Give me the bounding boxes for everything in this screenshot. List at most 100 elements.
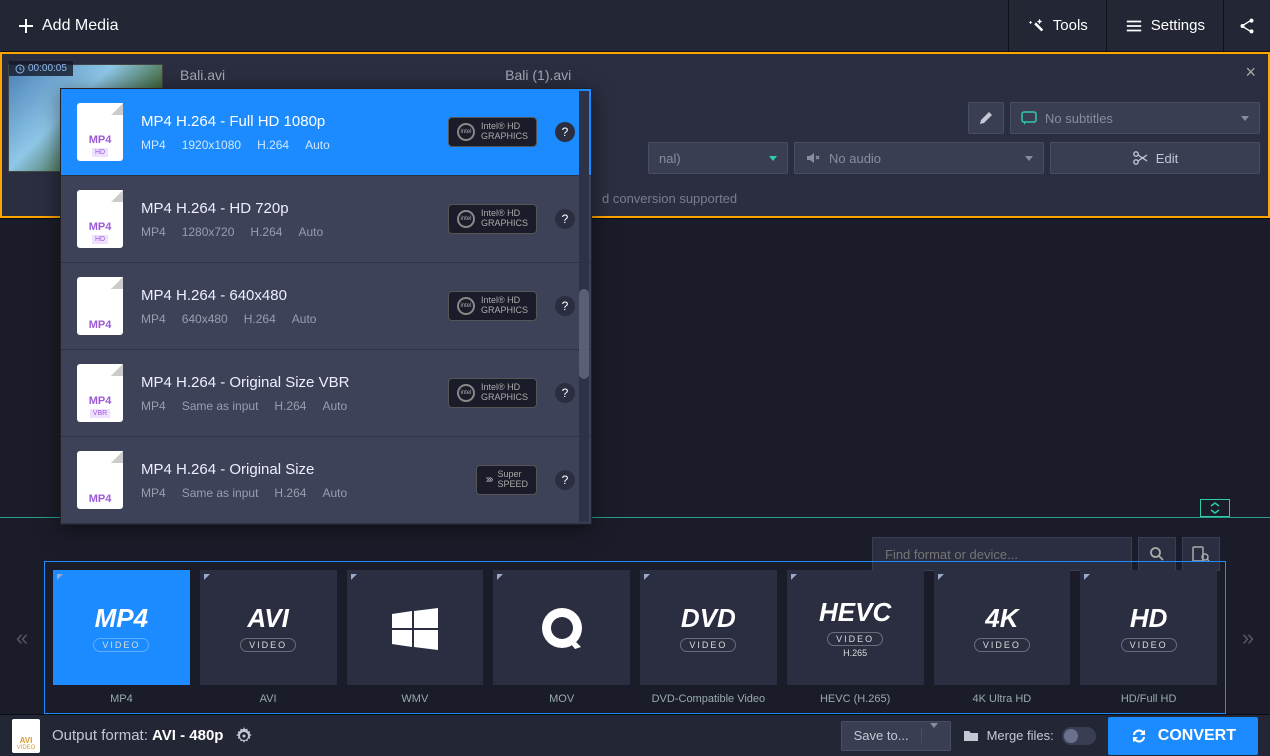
speaker-muted-icon [805,151,821,165]
plus-icon [18,18,34,34]
format-label: 4K Ultra HD [973,693,1032,705]
corner-indicator [204,574,210,580]
share-button[interactable] [1223,0,1270,51]
format-tile-col: MP4 VIDEO MP4 [53,570,190,705]
chevron-up-down-icon [1208,501,1222,515]
tools-label: Tools [1053,17,1088,34]
prev-arrow[interactable]: « [10,625,34,651]
intel-badge: intelIntel® HDGRAPHICS [448,204,537,234]
settings-button[interactable]: Settings [1106,0,1223,51]
format-label: AVI [260,693,277,705]
chevron-down-icon [1241,116,1249,121]
share-icon [1238,17,1256,35]
preset-item[interactable]: MP4 MP4 H.264 - 640x480 MP4640x480H.264A… [61,263,591,350]
menu-icon [1125,17,1143,35]
format-tile[interactable]: DVD VIDEO [640,570,777,685]
conversion-info: d conversion supported [602,191,737,206]
merge-files-control: Merge files: [963,727,1096,745]
format-tile-col: MOV [493,570,630,705]
edit-button[interactable]: Edit [1050,142,1260,174]
target-filename: Bali (1).avi [505,67,571,83]
add-media-label: Add Media [42,17,119,35]
add-media-button[interactable]: Add Media [0,0,137,51]
preset-item[interactable]: MP4 VBR MP4 H.264 - Original Size VBR MP… [61,350,591,437]
pencil-icon [978,110,994,126]
format-section: « MP4 VIDEO MP4 AVI VIDEO AVI WMV [0,561,1270,714]
intel-badge: intelIntel® HDGRAPHICS [448,117,537,147]
chevron-down-icon [1025,156,1033,161]
format-tile[interactable]: MP4 VIDEO [53,570,190,685]
magic-wand-icon [1027,17,1045,35]
convert-button[interactable]: CONVERT [1108,717,1258,755]
format-tile-col: HEVC VIDEO H.265 HEVC (H.265) [787,570,924,705]
eyedropper-button[interactable] [968,102,1004,134]
chevron-down-icon [769,156,777,161]
format-tile[interactable]: HEVC VIDEO H.265 [787,570,924,685]
preset-dropdown: MP4 HD MP4 H.264 - Full HD 1080p MP41920… [60,88,592,525]
settings-label: Settings [1151,17,1205,34]
preset-item[interactable]: MP4 HD MP4 H.264 - HD 720p MP41280x720H.… [61,176,591,263]
next-arrow[interactable]: » [1236,625,1260,651]
preset-details: MP4Same as inputH.264Auto [141,399,430,413]
intel-badge: intelIntel® HDGRAPHICS [448,378,537,408]
corner-indicator [1084,574,1090,580]
corner-indicator [791,574,797,580]
format-tile-col: AVI VIDEO AVI [200,570,337,705]
format-tile[interactable]: HD VIDEO [1080,570,1217,685]
preset-item[interactable]: MP4 MP4 H.264 - Original Size MP4Same as… [61,437,591,524]
help-icon[interactable]: ? [555,209,575,229]
folder-icon [963,729,979,743]
help-icon[interactable]: ? [555,383,575,403]
chevron-down-icon [930,723,938,743]
close-icon[interactable]: × [1245,62,1256,83]
help-icon[interactable]: ? [555,296,575,316]
quicktime-logo-icon [537,603,587,653]
scissors-icon [1132,150,1148,166]
preset-title: MP4 H.264 - Original Size VBR [141,374,430,391]
scrollbar-thumb[interactable] [579,289,589,379]
format-file-icon: MP4 [77,277,123,335]
format-label: WMV [401,693,428,705]
search-icon [1149,546,1165,562]
format-label: DVD-Compatible Video [652,693,766,705]
tools-button[interactable]: Tools [1008,0,1106,51]
help-icon[interactable]: ? [555,470,575,490]
format-tile[interactable]: 4K VIDEO [934,570,1071,685]
preset-details: MP41280x720H.264Auto [141,225,430,239]
source-filename: Bali.avi [180,67,225,83]
device-search-icon [1192,546,1210,562]
audio-dropdown[interactable]: No audio [794,142,1044,174]
preset-details: MP4640x480H.264Auto [141,312,430,326]
expand-handle[interactable] [1200,499,1230,517]
corner-indicator [938,574,944,580]
subtitles-dropdown[interactable]: No subtitles [1010,102,1260,134]
format-file-icon: MP4 VBR [77,364,123,422]
gear-icon[interactable] [235,727,253,745]
format-tiles: MP4 VIDEO MP4 AVI VIDEO AVI WMV MOV [44,561,1226,714]
format-tile[interactable]: AVI VIDEO [200,570,337,685]
output-label: Output format: AVI - 480p [52,727,223,744]
clock-icon [15,64,25,74]
bottombar: AVIVIDEO Output format: AVI - 480p Save … [0,714,1270,756]
topbar: Add Media Tools Settings [0,0,1270,52]
corner-indicator [644,574,650,580]
merge-toggle[interactable] [1062,727,1096,745]
format-tile[interactable] [347,570,484,685]
format-label: HEVC (H.265) [820,693,890,705]
format-file-icon: MP4 [77,451,123,509]
format-file-icon: MP4 HD [77,190,123,248]
speed-badge: ›››SuperSPEED [476,465,537,495]
format-file-icon: MP4 HD [77,103,123,161]
format-label: HD/Full HD [1121,693,1177,705]
help-icon[interactable]: ? [555,122,575,142]
preset-selected-dropdown[interactable]: nal) [648,142,788,174]
preset-item[interactable]: MP4 HD MP4 H.264 - Full HD 1080p MP41920… [61,89,591,176]
intel-badge: intelIntel® HDGRAPHICS [448,291,537,321]
subtitle-icon [1021,111,1037,125]
format-tile-col: 4K VIDEO 4K Ultra HD [934,570,1071,705]
save-to-button[interactable]: Save to... [841,721,951,751]
thumbnail-timestamp: 00:00:05 [9,61,73,76]
preset-details: MP41920x1080H.264Auto [141,138,430,152]
format-tile[interactable] [493,570,630,685]
format-tile-col: WMV [347,570,484,705]
